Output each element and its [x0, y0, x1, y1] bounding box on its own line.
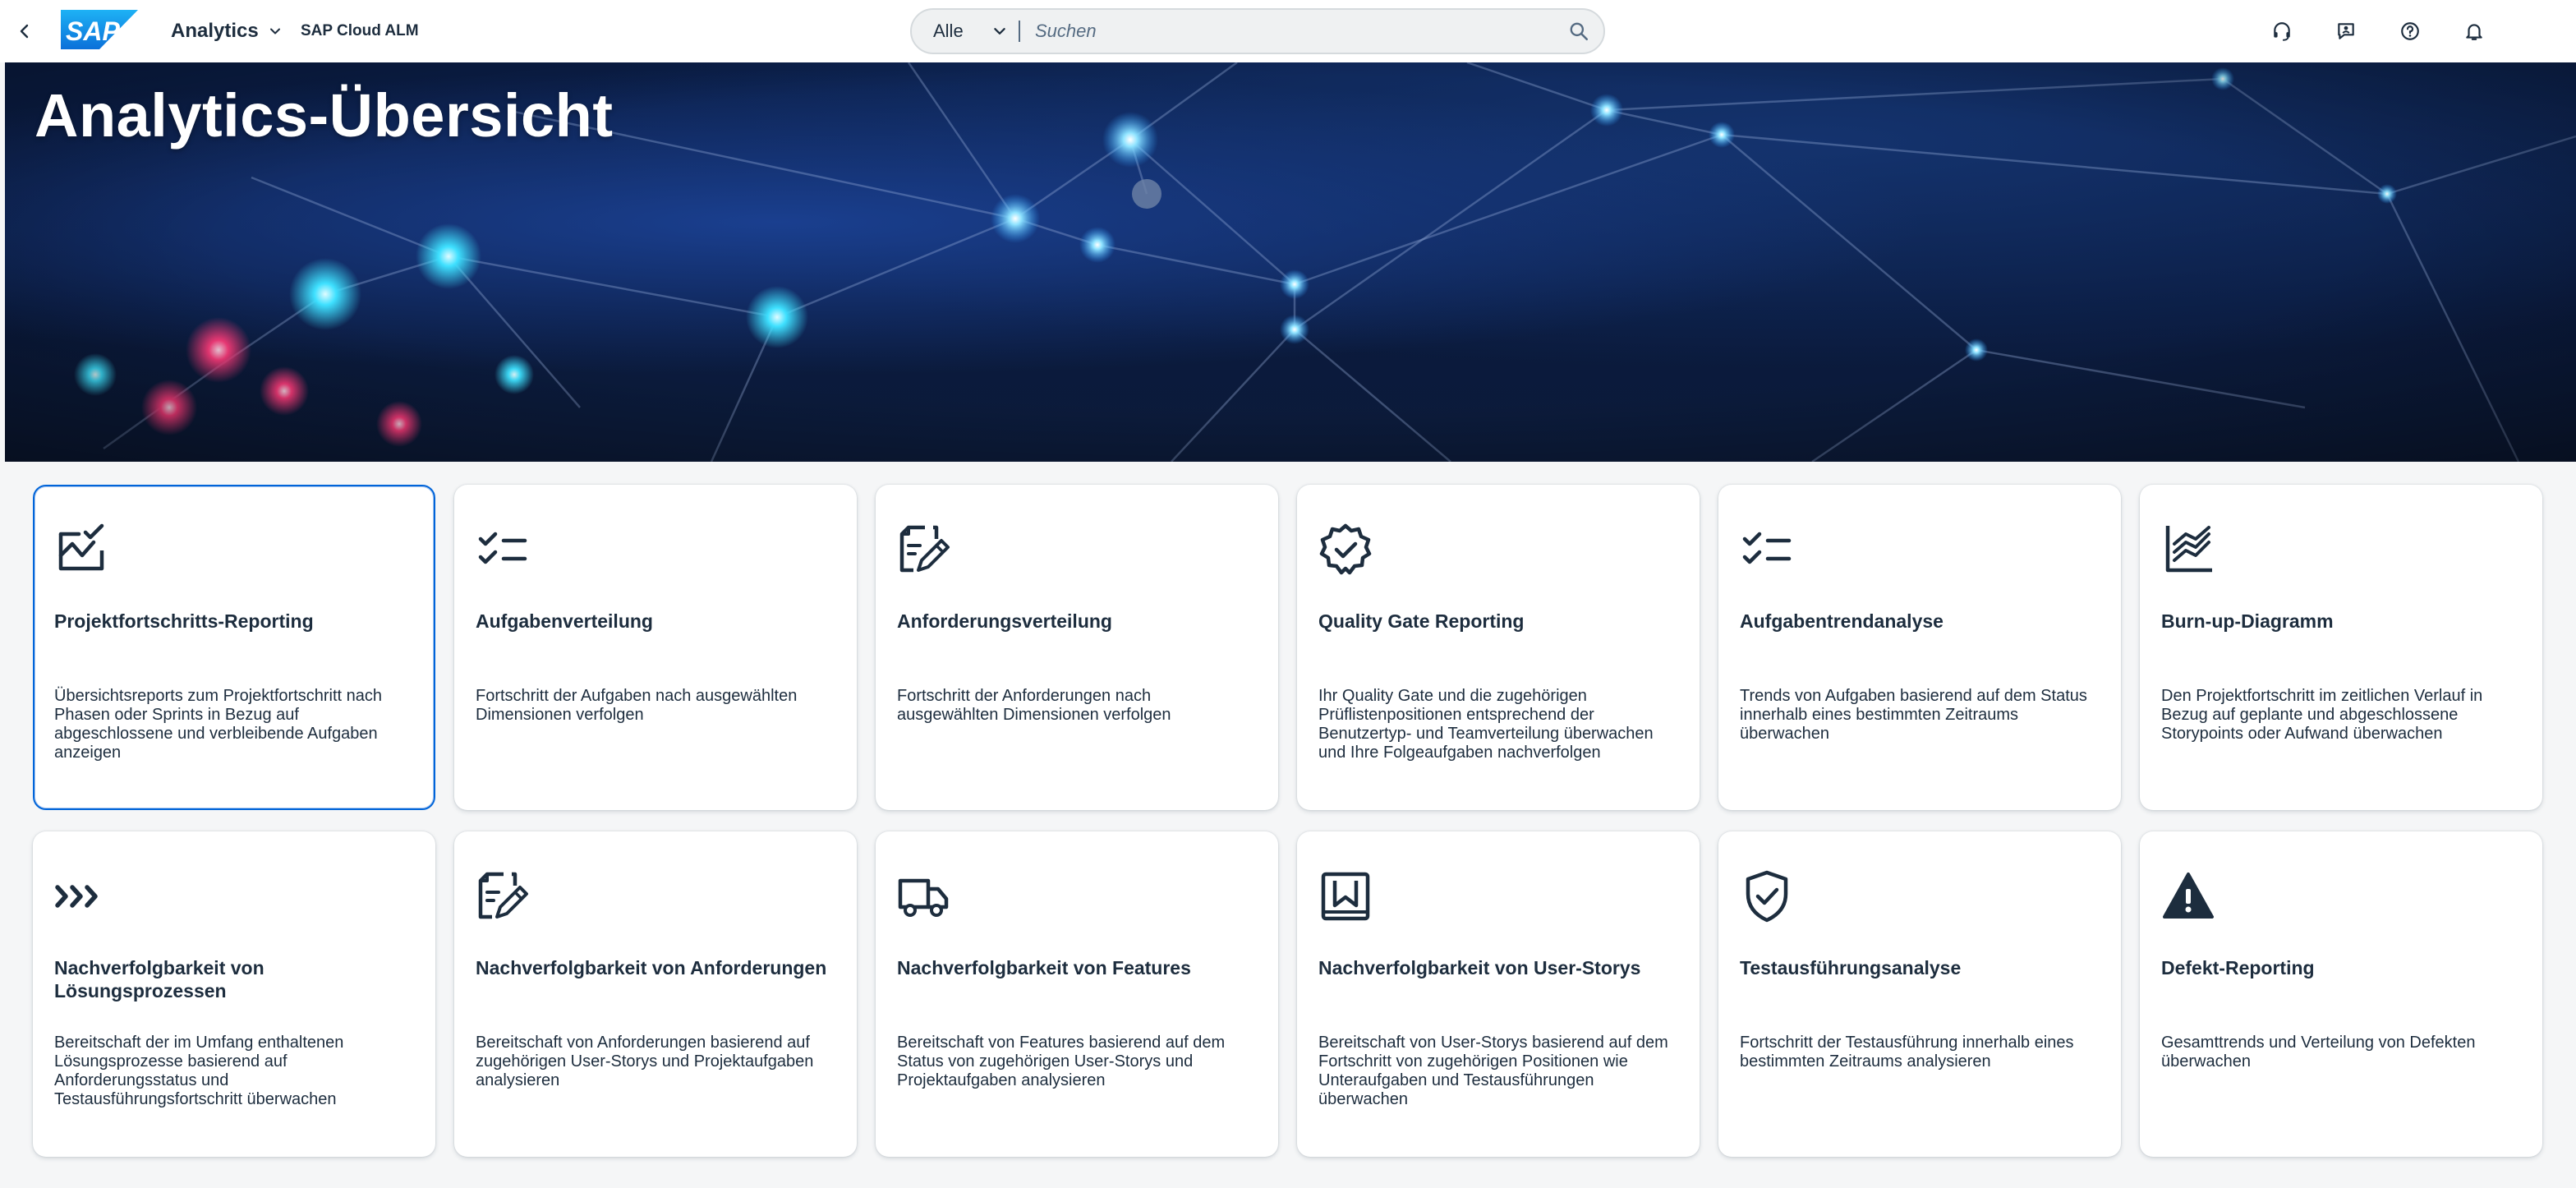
tile-description: Fortschritt der Aufgaben nach ausgewählt… — [476, 687, 798, 724]
chevron-down-icon — [269, 28, 280, 35]
tile-quality-gate-reporting[interactable]: Quality Gate Reporting Ihr Quality Gate … — [1297, 485, 1700, 810]
search-field: Alle — [910, 8, 1605, 54]
search-button[interactable] — [1554, 10, 1603, 53]
quality-badge-icon — [1319, 523, 1372, 575]
task-list-icon — [1742, 532, 1792, 564]
tile-description: Übersichtsreports zum Projektfortschritt… — [54, 687, 383, 762]
tile-title: Nachverfolgbarkeit von Features — [897, 957, 1191, 978]
task-list-icon — [478, 532, 527, 564]
tile-description: Bereitschaft von Features basierend auf … — [897, 1034, 1226, 1089]
back-button[interactable] — [8, 15, 41, 48]
tile-title: Nachverfolgbarkeit von Anforderungen — [476, 957, 827, 978]
tile-task-distribution[interactable]: Aufgabenverteilung Fortschritt der Aufga… — [454, 485, 857, 810]
tile-title: Anforderungsverteilung — [897, 610, 1112, 632]
tile-title: Defekt-Reporting — [2161, 957, 2315, 978]
tile-description: Bereitschaft von User-Storys basierend a… — [1318, 1034, 1668, 1108]
tile-test-execution-analysis[interactable]: Testausführungsanalyse Fortschritt der T… — [1718, 831, 2121, 1157]
requirement-edit-icon — [478, 872, 528, 919]
feedback-icon — [2338, 23, 2354, 39]
svg-text:SAP: SAP — [66, 16, 120, 46]
analytics-tiles-grid: Projektfortschritts-Reporting Übersichts… — [33, 485, 2543, 1157]
tile-title: Nachverfolgbarkeit von Lösungsprozessen — [54, 957, 264, 1002]
app-subtitle: SAP Cloud ALM — [301, 22, 419, 39]
tile-description: Bereitschaft der im Umfang enthaltenen L… — [54, 1034, 344, 1108]
process-chevrons-icon — [55, 885, 98, 908]
tile-task-trend-analysis[interactable]: Aufgabentrendanalyse Trends von Aufgaben… — [1718, 485, 2121, 810]
tile-description: Trends von Aufgaben basierend auf dem St… — [1740, 687, 2087, 743]
tile-title: Aufgabentrendanalyse — [1740, 610, 1944, 632]
search-scope-select[interactable]: Alle — [912, 10, 1019, 53]
tile-user-story-traceability[interactable]: Nachverfolgbarkeit von User-Storys Berei… — [1297, 831, 1700, 1157]
shell-bar: SAP Analytics SAP Cloud ALM Alle — [0, 0, 2576, 62]
help-icon — [2401, 22, 2419, 40]
tile-title: Nachverfolgbarkeit von User-Storys — [1318, 957, 1641, 978]
search-separator — [1019, 21, 1020, 42]
support-button[interactable] — [2262, 12, 2302, 51]
tile-requirement-distribution[interactable]: Anforderungsverteilung Fortschritt der A… — [876, 485, 1278, 810]
tile-title: Quality Gate Reporting — [1318, 610, 1525, 632]
page-title: Analytics-Übersicht — [34, 81, 614, 150]
progress-chart-icon — [58, 523, 104, 571]
tile-burn-up-chart[interactable]: Burn-up-Diagramm Den Projektfortschritt … — [2140, 485, 2542, 810]
search-input[interactable] — [1035, 10, 1554, 53]
tile-title: Projektfortschritts-Reporting — [54, 610, 314, 632]
delivery-truck-icon — [898, 878, 949, 917]
tile-project-progress-reporting[interactable]: Projektfortschritts-Reporting Übersichts… — [33, 485, 435, 810]
app-title-menu[interactable]: Analytics — [171, 18, 282, 44]
tile-description: Gesamttrends und Verteilung von Defekten… — [2161, 1034, 2476, 1071]
burnup-chart-icon — [2165, 526, 2212, 573]
hero-banner: Analytics-Übersicht — [5, 62, 2576, 462]
tile-title: Burn-up-Diagramm — [2161, 610, 2334, 632]
feedback-button[interactable] — [2326, 12, 2366, 51]
shield-check-icon — [1746, 870, 1788, 923]
tile-description: Fortschritt der Anforderungen nach ausge… — [897, 687, 1171, 724]
notifications-button[interactable] — [2454, 12, 2494, 51]
warning-triangle-icon — [2163, 873, 2214, 919]
headset-icon — [2274, 22, 2290, 41]
tile-description: Ihr Quality Gate und die zugehörigen Prü… — [1318, 687, 1654, 762]
tile-title: Testausführungsanalyse — [1740, 957, 1962, 978]
tile-requirement-traceability[interactable]: Nachverfolgbarkeit von Anforderungen Ber… — [454, 831, 857, 1157]
bell-icon — [2466, 24, 2482, 40]
search-icon — [1570, 22, 1589, 41]
tile-solution-process-traceability[interactable]: Nachverfolgbarkeit von Lösungsprozessen … — [33, 831, 435, 1157]
search-scope-value: Alle — [933, 21, 964, 41]
help-button[interactable] — [2390, 12, 2430, 51]
tile-title: Aufgabenverteilung — [476, 610, 653, 632]
tile-description: Den Projektfortschritt im zeitlichen Ver… — [2161, 687, 2483, 743]
tile-defect-reporting[interactable]: Defekt-Reporting Gesamttrends und Vertei… — [2140, 831, 2542, 1157]
tile-description: Fortschritt der Testausführung innerhalb… — [1740, 1034, 2074, 1071]
tile-description: Bereitschaft von Anforderungen basierend… — [476, 1034, 814, 1089]
shell-actions — [2262, 12, 2494, 51]
bookmark-frame-icon — [1321, 872, 1370, 921]
tile-feature-traceability[interactable]: Nachverfolgbarkeit von Features Bereitsc… — [876, 831, 1278, 1157]
chevron-left-icon — [20, 24, 29, 39]
app-title: Analytics — [171, 20, 259, 42]
requirement-edit-icon — [899, 525, 950, 573]
sap-logo[interactable]: SAP — [61, 10, 138, 49]
chevron-down-icon — [994, 28, 1005, 35]
